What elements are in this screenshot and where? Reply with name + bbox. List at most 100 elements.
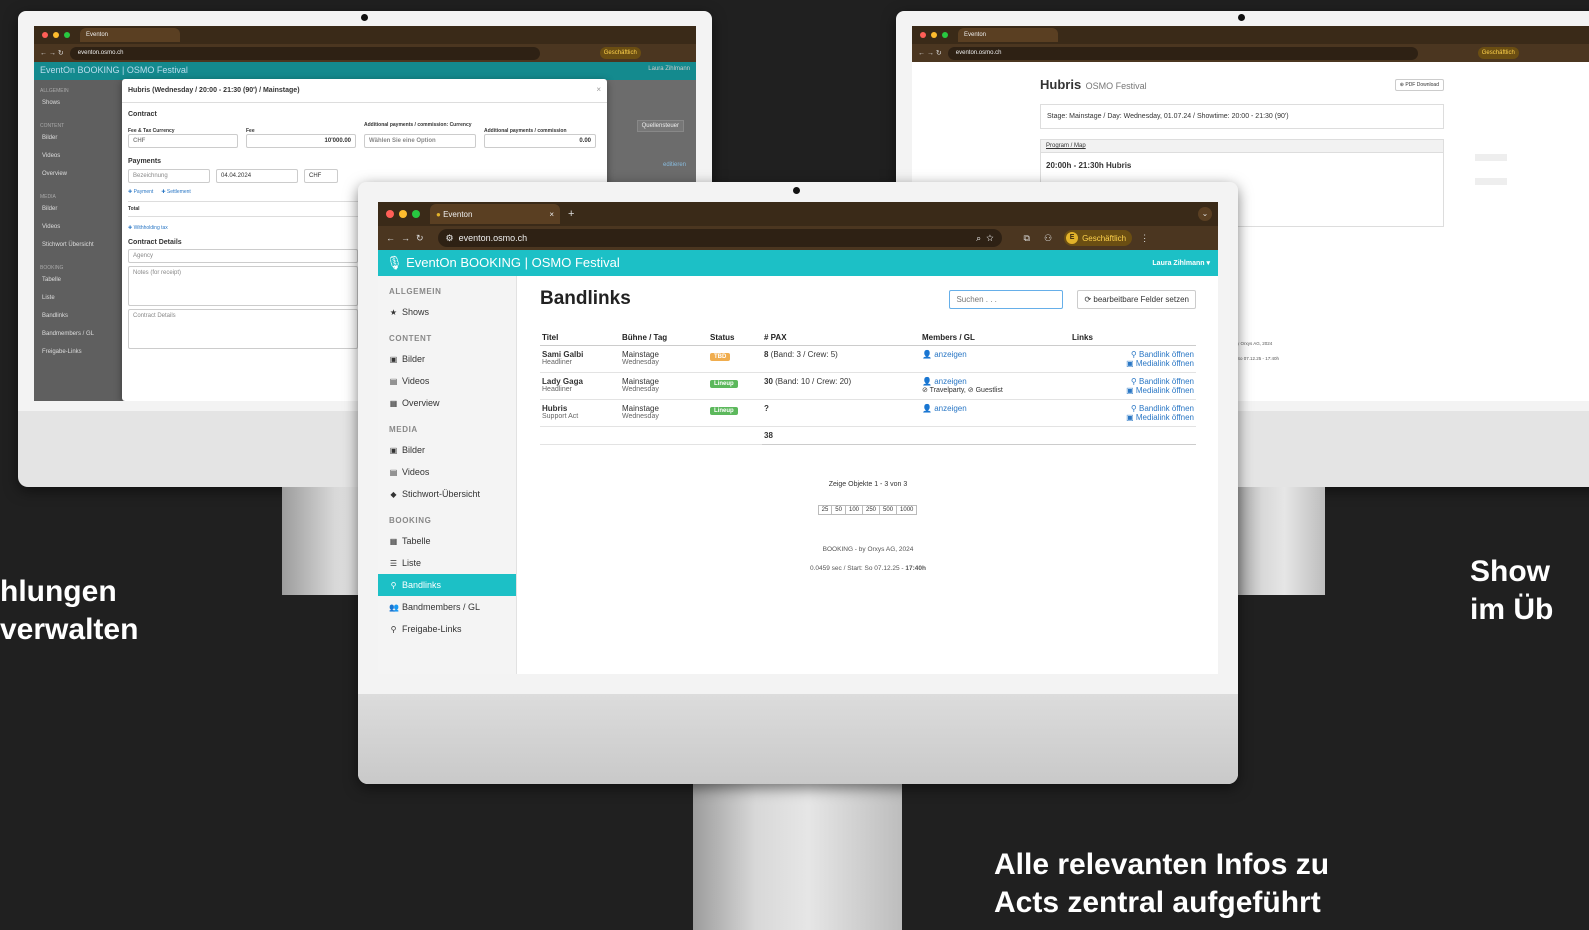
page-size-option[interactable]: 500 — [879, 505, 898, 515]
close-window-icon[interactable] — [386, 210, 394, 218]
pdf-download-button[interactable]: ⊕ PDF Download — [1394, 79, 1444, 91]
currency-select[interactable]: CHF — [128, 134, 238, 148]
search-input[interactable] — [949, 289, 1064, 309]
sidebar-item-tabelle[interactable]: ▦ Tabelle — [378, 530, 516, 552]
sidebar-item-icon: ☰ — [389, 558, 398, 568]
sidebar-item-icon: 👥 — [389, 602, 399, 612]
sidebar-item[interactable]: Bilder — [34, 132, 124, 150]
members-link[interactable]: 👤 anzeigen — [922, 404, 967, 413]
medialink-link[interactable]: ▣ Medialink öffnen — [1126, 413, 1194, 422]
browser-tab[interactable]: Eventon — [958, 28, 1058, 42]
address-bar[interactable]: eventon.osmo.ch — [947, 46, 1418, 60]
extensions-icon[interactable]: ⧉ — [1024, 233, 1030, 244]
col-header[interactable]: Bühne / Tag — [620, 330, 708, 346]
add-currency-select[interactable]: Wählen Sie eine Option — [364, 134, 476, 148]
payment-currency-select[interactable]: CHF — [304, 169, 338, 183]
col-header[interactable]: Members / GL — [920, 330, 1070, 346]
col-header[interactable]: # PAX — [762, 330, 920, 346]
sidebar-section-title: CONTENT — [40, 123, 65, 129]
nav-arrows-icon[interactable]: ← → ↻ — [918, 49, 942, 57]
maximize-window-icon[interactable] — [412, 210, 420, 218]
minimize-window-icon[interactable] — [399, 210, 407, 218]
user-icon: 👤 — [922, 377, 932, 386]
sidebar-item[interactable]: Videos — [34, 221, 124, 239]
agency-input[interactable]: Agency — [128, 249, 358, 263]
nav-arrows-icon[interactable]: ← → ↻ — [40, 49, 64, 57]
tab-close-icon[interactable]: × — [549, 210, 554, 219]
page-size-option[interactable]: 50 — [831, 505, 846, 515]
members-link[interactable]: 👤 anzeigen — [922, 350, 967, 359]
bandlink-link[interactable]: ⚲ Bandlink öffnen — [1131, 404, 1194, 413]
sidebar-item[interactable]: Liste — [34, 292, 124, 310]
medialink-link[interactable]: ▣ Medialink öffnen — [1126, 386, 1194, 395]
sidebar-item-bandmembers-gl[interactable]: 👥 Bandmembers / GL — [378, 596, 516, 618]
sidebar-item-stichwort-übersicht[interactable]: ◆ Stichwort-Übersicht — [378, 483, 516, 505]
tab-search-icon[interactable]: ⌄ — [1198, 207, 1212, 221]
brand-title[interactable]: EventOn BOOKING | OSMO Festival — [406, 255, 620, 270]
add-payment-link[interactable]: ✚ Payment — [128, 189, 153, 195]
sidebar-item-overview[interactable]: ▦ Overview — [378, 392, 516, 414]
col-header[interactable]: Status — [708, 330, 762, 346]
members-link[interactable]: 👤 anzeigen — [922, 377, 967, 386]
sidebar-item[interactable]: Tabelle — [34, 274, 124, 292]
sidebar-item[interactable]: Bilder — [34, 203, 124, 221]
add-payment-input[interactable]: 0.00 — [484, 134, 596, 148]
sidebar-item-label: Stichwort-Übersicht — [402, 489, 481, 499]
sidebar-item-bilder[interactable]: ▣ Bilder — [378, 348, 516, 370]
sidebar-item-shows[interactable]: ★ Shows — [378, 301, 516, 323]
sidebar-item-videos[interactable]: ▤ Videos — [378, 461, 516, 483]
edit-link-1[interactable]: editieren — [663, 162, 686, 168]
table-row: Lady Gaga Headliner Mainstage Wednesday Li… — [540, 372, 1196, 400]
col-header[interactable]: Titel — [540, 330, 620, 346]
address-bar[interactable]: eventon.osmo.ch — [69, 46, 540, 60]
bandlink-link[interactable]: ⚲ Bandlink öffnen — [1131, 377, 1194, 386]
payment-date-input[interactable]: 04.04.2024 — [216, 169, 298, 183]
sidebar-item-bilder[interactable]: ▣ Bilder — [378, 439, 516, 461]
site-settings-icon[interactable]: ⚙ — [446, 233, 454, 243]
close-icon[interactable]: × — [596, 85, 601, 94]
notes-textarea[interactable]: Notes (for receipt) — [128, 266, 358, 306]
incognito-icon[interactable]: ⚇ — [1044, 233, 1052, 244]
user-menu[interactable]: Laura Zihlmann ▾ — [1152, 259, 1210, 267]
sidebar-item[interactable]: Freigabe-Links — [34, 346, 124, 364]
add-settlement-link[interactable]: ✚ Settlement — [161, 189, 191, 195]
col-header[interactable]: Links — [1070, 330, 1196, 346]
editable-fields-button[interactable]: ⟳ bearbeitbare Felder setzen — [1077, 289, 1196, 309]
menu-kebab-icon[interactable]: ⋮ — [1140, 233, 1149, 244]
zoom-star-icon[interactable]: ⌕ ☆ — [976, 233, 993, 244]
nav-arrows-icon[interactable]: ←→↻ — [386, 233, 430, 244]
quellensteuer-button[interactable]: Quellensteuer — [636, 120, 684, 132]
page-size-option[interactable]: 250 — [862, 505, 881, 515]
sidebar-item[interactable]: Stichwort Übersicht — [34, 239, 124, 257]
profile-badge[interactable]: Geschäftlich — [1477, 47, 1519, 59]
program-map-link[interactable]: Program / Map — [1041, 140, 1443, 153]
new-tab-icon[interactable]: + — [568, 208, 574, 220]
sidebar-item-liste[interactable]: ☰ Liste — [378, 552, 516, 574]
page-size-option[interactable]: 1000 — [896, 505, 918, 515]
page-size-option[interactable]: 100 — [844, 505, 863, 515]
fee-input[interactable]: 10'000.00 — [246, 134, 356, 148]
contract-details-textarea[interactable]: Contract Details — [128, 309, 358, 349]
sidebar-item[interactable]: Overview — [34, 168, 124, 186]
sidebar-item[interactable]: Shows — [34, 97, 124, 115]
sidebar-section-title: CONTENT — [389, 334, 432, 343]
page-size-option[interactable]: 25 — [817, 505, 833, 515]
profile-badge[interactable]: Geschäftlich — [599, 47, 641, 59]
sidebar-item-icon: ▦ — [389, 536, 398, 546]
user-icon: 👤 — [922, 404, 932, 413]
image-icon: ▣ — [1126, 413, 1134, 422]
sidebar-item-icon: ▤ — [389, 376, 398, 386]
sidebar-item-freigabe-links[interactable]: ⚲ Freigabe-Links — [378, 618, 516, 640]
medialink-link[interactable]: ▣ Medialink öffnen — [1126, 359, 1194, 368]
profile-badge[interactable]: E Geschäftlich — [1064, 230, 1133, 246]
address-bar[interactable]: ⚙ eventon.osmo.ch ⌕ ☆ — [437, 229, 1002, 247]
browser-tab[interactable]: Eventon — [80, 28, 180, 42]
bandlink-link[interactable]: ⚲ Bandlink öffnen — [1131, 350, 1194, 359]
sidebar-item[interactable]: Videos — [34, 150, 124, 168]
sidebar-item[interactable]: Bandmembers / GL — [34, 328, 124, 346]
sidebar-item-videos[interactable]: ▤ Videos — [378, 370, 516, 392]
payment-description-input[interactable]: Bezeichnung — [128, 169, 210, 183]
sidebar-item[interactable]: Bandlinks — [34, 310, 124, 328]
browser-tab[interactable]: ● Eventon × — [430, 204, 560, 224]
sidebar-item-bandlinks[interactable]: ⚲ Bandlinks — [378, 574, 516, 596]
